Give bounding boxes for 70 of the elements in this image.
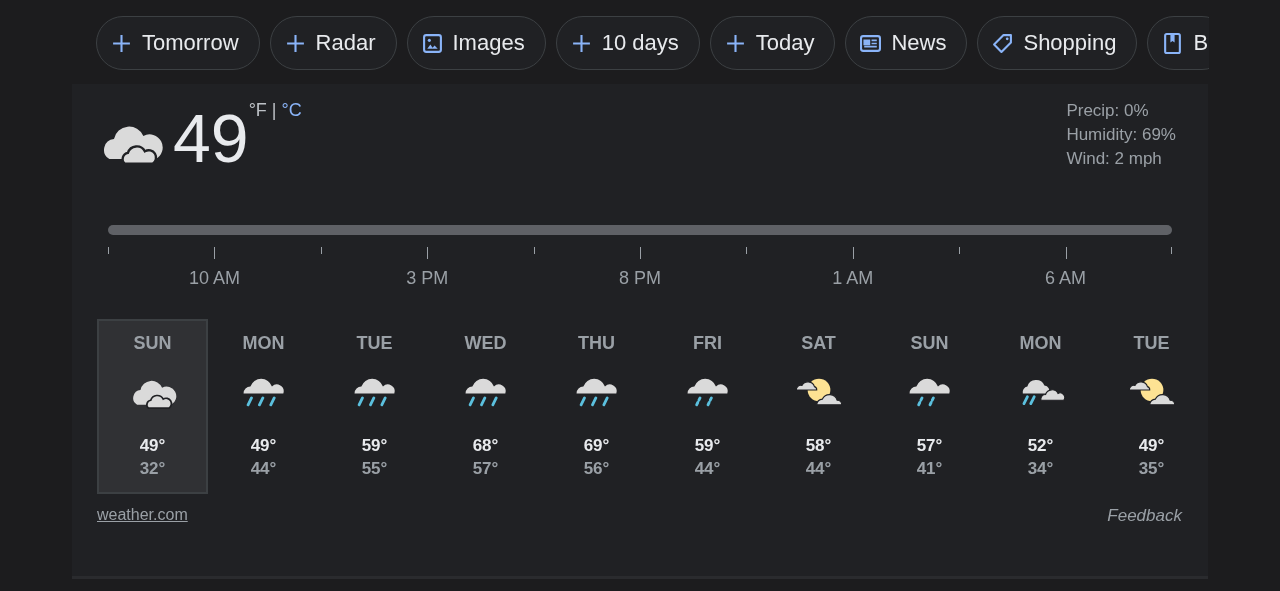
high-temperature: 69° (583, 436, 610, 456)
day-name: THU (578, 333, 615, 354)
low-temperature: 44° (694, 459, 721, 479)
high-temperature: 49° (250, 436, 277, 456)
weather-detail: Humidity: 69% (1066, 124, 1176, 146)
day-name: MON (1019, 333, 1062, 354)
unit-toggle[interactable]: °F (248, 100, 267, 121)
plus-icon (570, 32, 592, 54)
unit-toggle[interactable]: °C (281, 100, 302, 121)
day-forecast[interactable]: FRI 59° 44° (652, 319, 763, 494)
high-temperature: 59° (361, 436, 388, 456)
image-icon (421, 32, 443, 54)
time-label: 1 AM (831, 268, 875, 289)
low-temperature: 34° (1027, 459, 1054, 479)
newspaper-icon (860, 32, 882, 54)
day-name: SUN (910, 333, 949, 354)
feedback-link[interactable]: Feedback (1107, 506, 1182, 526)
low-temperature: 35° (1138, 459, 1165, 479)
day-forecast[interactable]: SUN 57° 41° (874, 319, 985, 494)
day-forecast[interactable]: SUN 49° 32° (97, 319, 208, 494)
plus-icon (284, 32, 306, 54)
high-temperature: 52° (1027, 436, 1054, 456)
day-name: MON (242, 333, 285, 354)
unit-separator: | (271, 100, 277, 121)
low-temperature: 41° (916, 459, 943, 479)
chip-button[interactable]: Shopping (977, 16, 1138, 70)
temperature: 49 (173, 104, 249, 172)
time-label: 10 AM (187, 268, 241, 289)
plus-icon (111, 32, 132, 54)
high-temperature: 49° (1138, 436, 1165, 456)
low-temperature: 44° (805, 459, 832, 479)
chip-button[interactable]: News (845, 16, 968, 70)
low-temperature: 44° (250, 459, 277, 479)
day-name: SUN (133, 333, 172, 354)
weather-detail: Wind: 2 mph (1066, 148, 1163, 170)
day-forecast[interactable]: SAT 58° 44° (763, 319, 874, 494)
day-name: TUE (1133, 333, 1170, 354)
day-forecast[interactable]: THU 69° 56° (541, 319, 652, 494)
high-temperature: 57° (916, 436, 943, 456)
high-temperature: 59° (694, 436, 721, 456)
chip-button[interactable]: Tomorrow (96, 16, 260, 70)
time-label: 8 PM (618, 268, 662, 289)
high-temperature: 58° (805, 436, 832, 456)
chip-button[interactable]: Images (406, 16, 546, 70)
high-temperature: 49° (139, 436, 166, 456)
day-name: FRI (693, 333, 722, 354)
tag-icon (992, 32, 1014, 54)
low-temperature: 32° (139, 459, 166, 479)
day-forecast[interactable]: MON 52° 34° (985, 319, 1096, 494)
day-forecast[interactable]: WED 68° 57° (430, 319, 541, 494)
high-temperature: 68° (472, 436, 499, 456)
chip-button[interactable]: 10 days (555, 16, 700, 70)
day-name: SAT (801, 333, 836, 354)
chip-button[interactable]: Today (709, 16, 836, 70)
chip-button[interactable]: Radar (269, 16, 397, 70)
day-forecast[interactable]: MON 49° 44° (208, 319, 319, 494)
day-forecast[interactable]: TUE 59° 55° (319, 319, 430, 494)
day-name: TUE (356, 333, 393, 354)
low-temperature: 56° (583, 459, 610, 479)
time-label: 3 PM (405, 268, 450, 289)
day-forecast[interactable]: TUE 49° 35° (1096, 319, 1207, 494)
chip-button[interactable]: B (1147, 16, 1209, 70)
weather-detail: Precip: 0% (1066, 100, 1150, 122)
book-icon (1162, 32, 1184, 54)
low-temperature: 55° (361, 459, 388, 479)
low-temperature: 57° (472, 459, 499, 479)
source-link[interactable]: weather.com (97, 506, 188, 526)
plus-icon (724, 32, 746, 54)
day-name: WED (464, 333, 507, 354)
time-label: 6 AM (1044, 268, 1088, 289)
